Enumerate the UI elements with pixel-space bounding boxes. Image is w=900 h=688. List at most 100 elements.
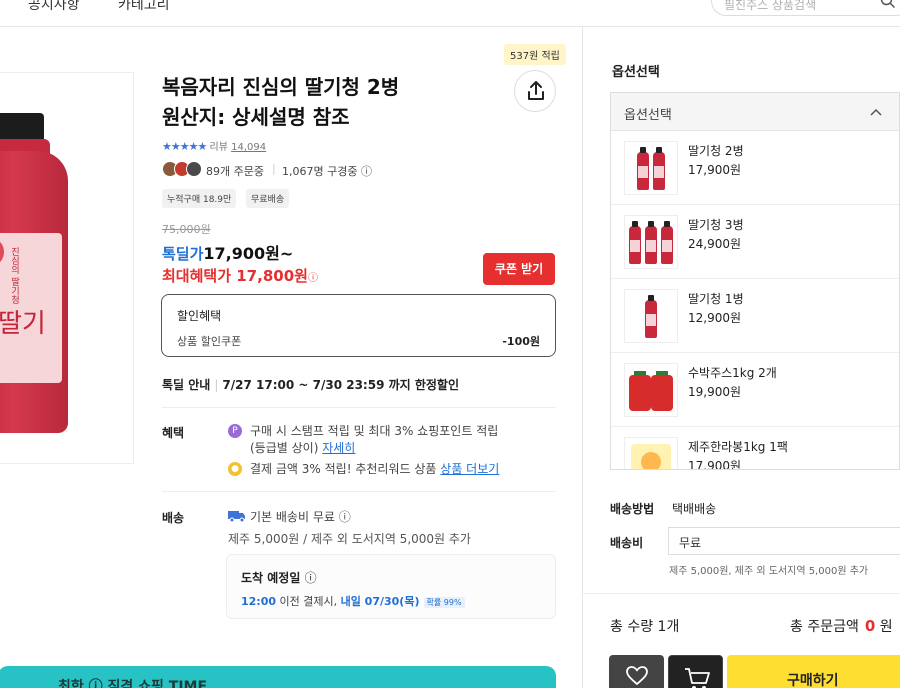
arrival-time: 12:00 — [241, 595, 277, 608]
arrival-title: 도착 예정일 ⓘ — [241, 569, 317, 586]
discount-amount: -100원 — [502, 335, 540, 348]
options-dropdown-header[interactable]: 옵션선택 — [611, 93, 899, 131]
label-sub-text: 진심의 딸기청 — [9, 247, 19, 304]
shipping-base: 기본 배송비 무료 ⓘ — [228, 508, 351, 525]
option-price: 19,900원 — [688, 385, 742, 399]
benefit-detail-link[interactable]: 자세히 — [322, 441, 355, 455]
arrival-date: 내일 07/30(목) — [340, 595, 420, 608]
cart-icon — [685, 668, 710, 688]
tag-free-shipping: 무료배송 — [246, 189, 290, 208]
discount-row-label: 상품 할인쿠폰 — [177, 335, 242, 348]
jug-lid — [656, 371, 668, 376]
benefit-stamp-detail-row: (등급별 상이) 자세히 — [250, 440, 355, 457]
share-button[interactable] — [514, 70, 556, 112]
heart-icon — [626, 666, 648, 686]
product-image[interactable]: 진심의 딸기청 딸기 — [0, 72, 134, 464]
promo-banner-text: 최한 ⓘ 직격 쇼핑 TIME — [58, 679, 208, 688]
shipping-extra: 제주 5,000원 / 제주 외 도서지역 5,000원 추가 — [228, 532, 471, 546]
top-nav: 공지사항 카테고리 필진주스 상품검색 — [0, 0, 900, 27]
info-icon[interactable]: ⓘ — [361, 165, 372, 178]
ship-fee-select[interactable]: 무료 — [668, 527, 900, 555]
option-item[interactable]: 딸기청 3병 24,900원 — [611, 205, 899, 279]
arrival-box: 도착 예정일 ⓘ 12:00 이전 결제시, 내일 07/30(목) 확률 99% — [226, 554, 556, 619]
bottle-icon — [637, 147, 649, 190]
points-badge: 537원 적립 — [504, 44, 566, 65]
discount-box: 할인혜택 상품 할인쿠폰 -100원 — [161, 294, 556, 357]
option-item[interactable]: 딸기청 1병 12,900원 — [611, 279, 899, 353]
bottle-cap — [0, 113, 44, 141]
bottle-icon — [629, 221, 641, 264]
search-input[interactable]: 필진주스 상품검색 — [711, 0, 900, 16]
point-icon: P — [228, 424, 242, 438]
chevron-up-icon — [870, 108, 882, 116]
promo-banner[interactable]: 최한 ⓘ 직격 쇼핑 TIME — [0, 666, 556, 688]
divider: | — [272, 162, 276, 175]
bottle-icon — [645, 295, 657, 338]
option-thumbnail — [624, 289, 678, 343]
deal-price-label: 톡딜가 — [162, 245, 204, 263]
option-item[interactable]: 딸기청 2병 17,900원 — [611, 131, 899, 205]
option-thumbnail — [624, 363, 678, 417]
benefits-label: 혜택 — [162, 426, 185, 440]
option-item[interactable]: 수박주스1kg 2개 19,900원 — [611, 353, 899, 427]
review-count-link[interactable]: 14,094 — [231, 142, 266, 153]
jug-icon — [651, 371, 673, 411]
ship-fee-note: 제주 5,000원, 제주 외 도서지역 5,000원 추가 — [669, 566, 869, 577]
coupon-button[interactable]: 쿠폰 받기 — [483, 253, 555, 285]
option-thumbnail — [624, 437, 678, 469]
buy-button[interactable]: 구매하기 — [727, 655, 900, 688]
benefit-stamp-text: 구매 시 스탬프 적립 및 최대 3% 쇼핑포인트 적립 — [250, 424, 499, 438]
search-icon[interactable] — [880, 0, 896, 9]
wishlist-button[interactable] — [609, 655, 664, 688]
deal-info-value: 7/27 17:00 ~ 7/30 23:59 까지 한정할인 — [222, 378, 460, 392]
option-name: 제주한라봉1kg 1팩 — [688, 440, 788, 454]
ship-method-label: 배송방법 — [610, 502, 655, 516]
arrival-title-text: 도착 예정일 — [241, 571, 301, 585]
orders-count: 89개 주문중 — [206, 165, 264, 178]
total-amount-unit: 원 — [879, 619, 893, 635]
viewers-count: 1,067명 구경중 ⓘ — [282, 163, 372, 179]
total-qty-value: 1개 — [657, 619, 680, 635]
shipping-label: 배송 — [162, 511, 185, 525]
deal-info-label: 톡딜 안내 — [162, 378, 211, 392]
label-badge — [0, 237, 4, 267]
info-icon[interactable]: ⓘ — [305, 571, 317, 585]
option-name: 수박주스1kg 2개 — [688, 366, 777, 380]
cart-button[interactable] — [668, 655, 723, 688]
total-qty-label: 총 수량 — [610, 619, 654, 635]
option-name: 딸기청 2병 — [688, 144, 744, 158]
panel-divider — [582, 27, 583, 688]
review-label: 리뷰 — [209, 142, 228, 153]
deal-price: 톡딜가17,900원~ — [162, 240, 293, 264]
buyer-avatars — [162, 161, 206, 177]
deal-info: 톡딜 안내 | 7/27 17:00 ~ 7/30 23:59 까지 한정할인 — [162, 376, 459, 393]
search-placeholder: 필진주스 상품검색 — [724, 0, 817, 12]
total-amount-value: 0 — [864, 617, 876, 635]
options-dropdown-label: 옵션선택 — [624, 108, 672, 123]
total-amount-label: 총 주문금액 — [790, 619, 859, 635]
info-icon[interactable]: ⓘ — [308, 273, 318, 284]
star-rating-icon: ★★★★★ — [162, 140, 207, 153]
arrival-line: 12:00 이전 결제시, 내일 07/30(목) 확률 99% — [241, 593, 465, 609]
ship-method-value: 택배배송 — [672, 502, 717, 516]
deal-price-value: 17,900원~ — [203, 244, 294, 263]
max-benefit-price: 최대혜택가 17,800원ⓘ — [162, 265, 318, 286]
max-benefit-label: 최대혜택가 — [162, 267, 232, 285]
title-line-1: 복음자리 진심의 딸기청 2병 — [162, 75, 400, 99]
nav-category[interactable]: 카테고리 — [118, 0, 170, 14]
bottle-label: 진심의 딸기청 딸기 — [0, 233, 62, 383]
nav-notice[interactable]: 공지사항 — [28, 0, 80, 14]
option-name: 딸기청 3병 — [688, 218, 744, 232]
title-line-2: 원산지: 상세설명 참조 — [162, 105, 350, 129]
more-products-link[interactable]: 상품 더보기 — [440, 462, 499, 476]
divider: | — [214, 378, 219, 392]
discount-title: 할인혜택 — [177, 309, 222, 323]
info-icon[interactable]: ⓘ — [339, 510, 351, 524]
option-item[interactable]: 제주한라봉1kg 1팩 17,900원 — [611, 427, 899, 469]
bottle-icon — [661, 221, 673, 264]
truck-icon — [228, 511, 245, 523]
ship-fee-value: 무료 — [679, 536, 702, 550]
option-price: 17,900원 — [688, 163, 742, 177]
divider — [583, 593, 900, 594]
label-main-text: 딸기 — [0, 309, 46, 339]
